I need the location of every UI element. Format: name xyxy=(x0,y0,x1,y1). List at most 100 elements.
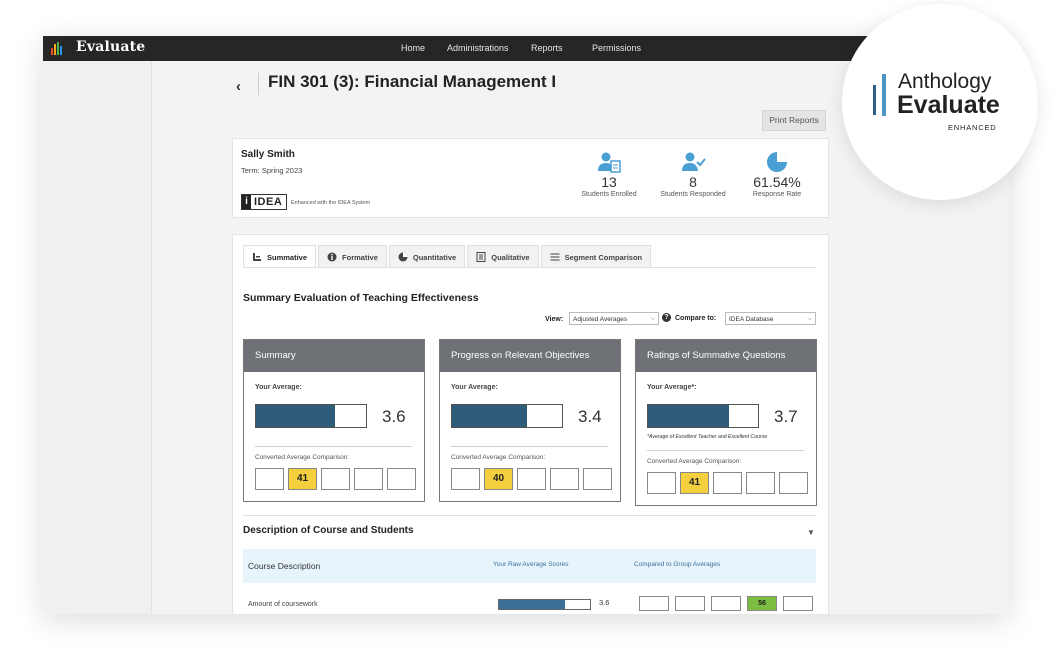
average-bar xyxy=(647,404,759,428)
row-average-bar-fill xyxy=(499,600,565,609)
nav-item-permissions[interactable]: Permissions xyxy=(592,43,641,53)
view-label: View: xyxy=(545,316,564,323)
panel-divider xyxy=(451,446,608,447)
left-sidebar xyxy=(43,61,152,614)
idea-logo: i IDEA xyxy=(241,194,288,210)
row-comparison-boxes: 56 xyxy=(639,596,819,611)
back-button[interactable]: ‹ xyxy=(236,78,241,95)
nav-item-home[interactable]: Home xyxy=(401,43,425,53)
raw-average-column-header: Your Raw Average Scores xyxy=(493,561,569,568)
nav-item-reports[interactable]: Reports xyxy=(531,43,563,53)
description-divider xyxy=(243,515,816,516)
panel-title: Progress on Relevant Objectives xyxy=(440,340,620,372)
group-average-column-header: Compared to Group Averages xyxy=(634,561,721,568)
group-comparison-box xyxy=(639,596,669,611)
panel-title: Ratings of Summative Questions xyxy=(636,340,816,372)
group-comparison-box xyxy=(675,596,705,611)
group-comparison-box xyxy=(783,596,813,611)
comparison-box xyxy=(354,468,383,490)
group-comparison-box: 56 xyxy=(747,596,777,611)
response-rate-pie-icon xyxy=(737,151,817,173)
comparison-box xyxy=(387,468,416,490)
students-enrolled-icon xyxy=(569,151,649,173)
panel-title: Summary xyxy=(244,340,424,372)
collapse-toggle-icon[interactable]: ▼ xyxy=(807,528,815,537)
chevron-down-icon: ⌵ xyxy=(807,316,812,322)
average-value: 3.4 xyxy=(578,407,602,426)
comparison-box xyxy=(255,468,284,490)
comparison-box xyxy=(583,468,612,490)
summary-section-title: Summary Evaluation of Teaching Effective… xyxy=(243,292,479,304)
row-label-coursework: Amount of coursework xyxy=(248,601,318,608)
anthology-logo-icon-bar xyxy=(882,74,886,116)
panel-summative-questions: Ratings of Summative Questions Your Aver… xyxy=(635,339,817,506)
panel-summary: Summary Your Average: 3.6 Converted Aver… xyxy=(243,339,425,502)
stat-label: Students Responded xyxy=(660,191,726,198)
title-divider xyxy=(258,73,259,95)
course-info-card: Sally Smith Term: Spring 2023 i IDEA Enh… xyxy=(232,138,829,218)
tab-label: Segment Comparison xyxy=(564,252,643,262)
stat-response-rate: 61.54% Response Rate xyxy=(737,151,817,198)
comparison-box xyxy=(517,468,546,490)
stat-value: 13 xyxy=(601,174,617,190)
converted-average-label: Converted Average Comparison: xyxy=(255,454,350,461)
view-select-value: Adjusted Averages xyxy=(573,316,628,323)
description-section-title: Description of Course and Students xyxy=(243,525,414,536)
comparison-box xyxy=(550,468,579,490)
average-value: 3.7 xyxy=(774,407,798,426)
compare-to-label: Compare to: xyxy=(675,315,717,322)
average-bar xyxy=(451,404,563,428)
idea-tagline: Enhanced with the IDEA System xyxy=(291,200,371,206)
panel-divider xyxy=(647,450,804,451)
document-icon xyxy=(476,252,486,262)
stat-label: Response Rate xyxy=(752,191,802,198)
average-bar-fill xyxy=(256,405,336,427)
comparison-box: 41 xyxy=(288,468,317,490)
average-footnote: *Average of Excellent Teacher and Excell… xyxy=(647,434,768,440)
stat-value: 61.54% xyxy=(753,174,801,190)
pie-chart-icon xyxy=(398,252,408,262)
comparison-box xyxy=(779,472,808,494)
your-average-label: Your Average: xyxy=(255,384,302,391)
bar-chart-icon xyxy=(252,252,262,262)
comparison-box xyxy=(321,468,350,490)
tab-formative[interactable]: Formative xyxy=(318,245,387,268)
tab-label: Quantitative xyxy=(412,252,457,262)
tab-label: Summative xyxy=(267,252,308,262)
comparison-boxes: 40 xyxy=(451,468,616,490)
tab-quantitative[interactable]: Quantitative xyxy=(388,245,466,268)
compare-to-select[interactable]: IDEA Database ⌵ xyxy=(725,312,816,325)
help-icon[interactable]: ? xyxy=(662,313,671,322)
panel-divider xyxy=(255,446,412,447)
average-bar xyxy=(255,404,367,428)
comparison-box xyxy=(713,472,742,494)
chevron-down-icon: ⌵ xyxy=(650,316,655,322)
stat-label: Students Enrolled xyxy=(581,191,637,198)
view-select[interactable]: Adjusted Averages ⌵ xyxy=(569,312,659,325)
badge-enhanced-text: ENHANCED xyxy=(948,123,997,132)
tab-label: Formative xyxy=(342,252,378,262)
students-responded-icon xyxy=(653,151,733,173)
your-average-label: Your Average*: xyxy=(647,384,697,391)
idea-logo-i: i xyxy=(242,195,251,209)
nav-item-administrations[interactable]: Administrations xyxy=(447,43,509,53)
panel-progress-objectives: Progress on Relevant Objectives Your Ave… xyxy=(439,339,621,502)
tab-qualitative[interactable]: Qualitative xyxy=(467,245,539,268)
your-average-label: Your Average: xyxy=(451,384,498,391)
instructor-name: Sally Smith xyxy=(241,149,295,160)
sliders-icon xyxy=(550,252,560,262)
badge-evaluate-text: Evaluate xyxy=(897,91,1000,119)
comparison-box xyxy=(746,472,775,494)
term-label: Term: Spring 2023 xyxy=(241,166,303,175)
comparison-box: 41 xyxy=(680,472,709,494)
print-reports-button[interactable]: Print Reports xyxy=(762,110,826,131)
stat-students-responded: 8 Students Responded xyxy=(653,151,733,198)
page-title: FIN 301 (3): Financial Management I xyxy=(268,72,557,91)
report-tabs: Summative Formative Quantitative Qualita… xyxy=(243,245,653,268)
tab-summative[interactable]: Summative xyxy=(243,245,317,268)
stat-value: 8 xyxy=(689,174,697,190)
tab-segment-comparison[interactable]: Segment Comparison xyxy=(540,245,652,268)
app-title: Evaluate xyxy=(76,39,146,55)
course-description-label: Course Description xyxy=(248,561,321,571)
comparison-boxes: 41 xyxy=(255,468,420,490)
